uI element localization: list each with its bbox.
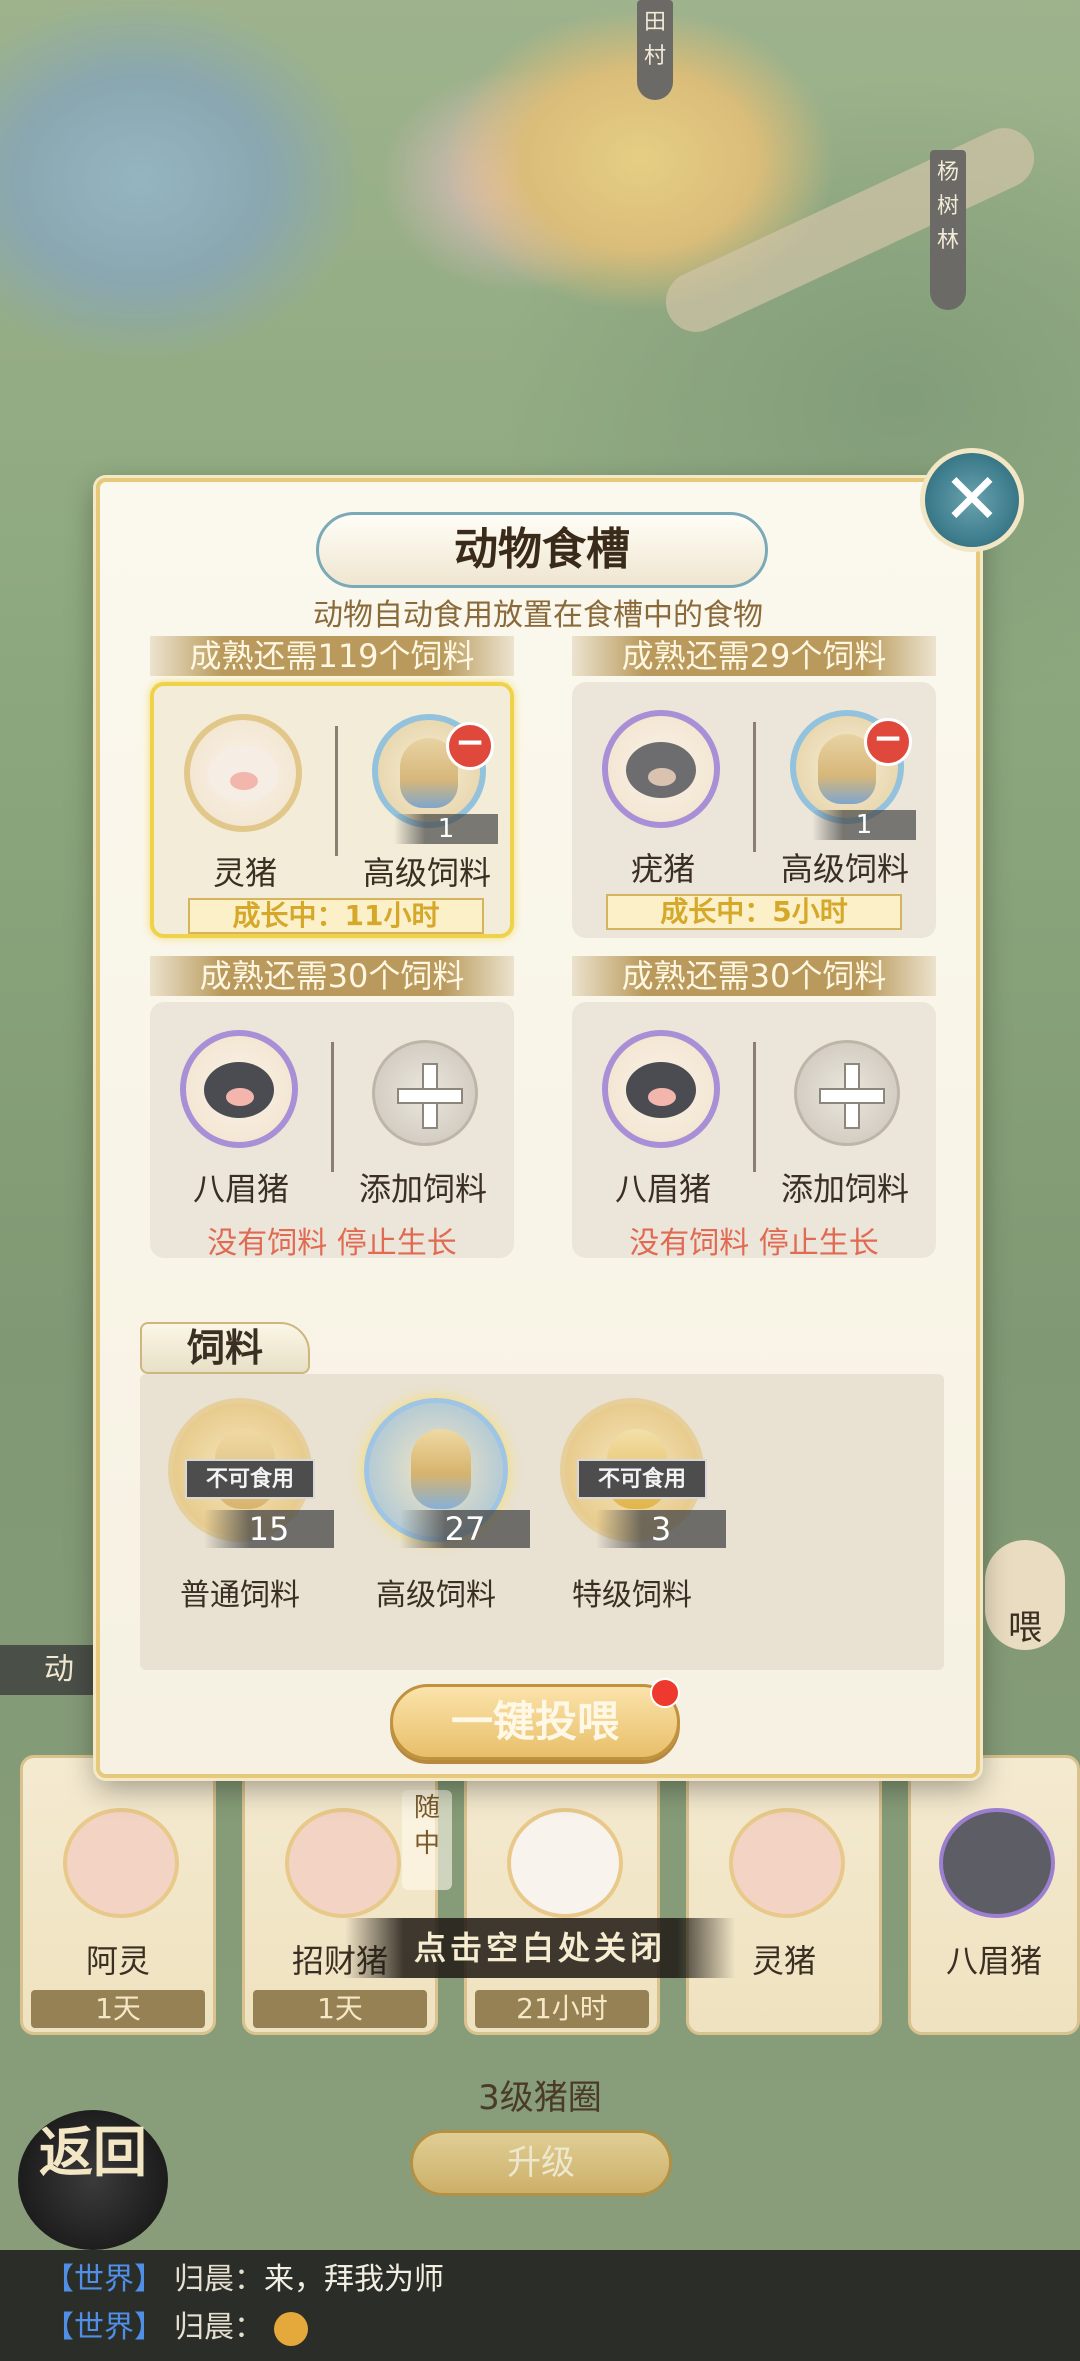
pen-card[interactable]: 灵猪 [686,1755,882,2035]
dialog-title: 动物食槽 [316,512,768,588]
feed-count: 1 [394,814,498,844]
feed-item[interactable]: 27 高级饲料 [336,1398,536,1628]
chat-channel: 【世界】 [44,2310,164,2345]
growth-status: 成长中：11小时 [188,898,484,934]
feed-quantity: 27 [400,1510,530,1548]
divider [753,1042,756,1172]
pen-animal-name: 八眉猪 [945,1942,1042,1980]
remove-icon[interactable]: − [446,722,494,770]
chat-user: 归晨： [174,2262,264,2297]
slot-card[interactable]: − 1 灵猪 高级饲料 成长中：11小时 [150,682,514,938]
feed-quantity: 3 [596,1510,726,1548]
feed-name: 高级饲料 [780,850,909,888]
inedible-badge: 不可食用 [577,1459,707,1499]
pig-snout [226,1088,254,1106]
chat-channel: 【世界】 [44,2262,164,2297]
animal-trough-dialog: 动物食槽 动物自动食用放置在食槽中的食物 ✕ 成熟还需119个饲料 − 1 灵猪… [96,448,1024,1778]
chat-user: 归晨： [174,2310,264,2345]
growth-status: 成长中：5小时 [606,894,902,930]
pig-avatar [285,1808,401,1918]
pig-avatar [729,1808,845,1918]
feed-item-name: 高级饲料 [376,1578,496,1613]
pen-card[interactable]: 八眉猪 [908,1755,1080,2035]
follow-tag: 随中 [402,1790,452,1890]
trough-slot: 成熟还需119个饲料 − 1 灵猪 高级饲料 成长中：11小时 [150,636,514,938]
feed-item[interactable]: 不可食用 3 特级饲料 [532,1398,732,1628]
inedible-badge: 不可食用 [185,1459,315,1499]
world-chat[interactable]: 【世界】 归晨：来，拜我为师 【世界】 归晨： [0,2250,1080,2361]
boar-icon[interactable] [602,710,720,828]
close-hint: 点击空白处关闭 [345,1918,735,1978]
slot-card[interactable]: 八眉猪 添加饲料 没有饲料 停止生长 [150,1002,514,1261]
side-label[interactable]: 动 [0,1645,96,1695]
pig-icon[interactable] [180,1030,298,1148]
feed-inventory: 不可食用 15 普通饲料 27 高级饲料 不可食用 3 特级饲料 [140,1374,944,1670]
add-icon[interactable] [372,1040,478,1146]
slot-requirement: 成熟还需30个饲料 [150,956,514,996]
divider [753,722,756,852]
notification-dot [650,1678,680,1708]
pig-icon[interactable] [602,1030,720,1148]
feed-item-name: 普通饲料 [180,1578,300,1613]
trough-slot: 成熟还需30个饲料 八眉猪 添加饲料 没有饲料 停止生长 [572,956,936,1261]
chat-line: 【世界】 归晨： [44,2304,1080,2352]
pen-card[interactable]: 阿灵 1天 [20,1755,216,2035]
chat-line: 【世界】 归晨：来，拜我为师 [44,2256,1080,2304]
pen-animal-time: 1天 [31,1990,205,2028]
pig-snout [230,772,258,790]
slot-requirement: 成熟还需30个饲料 [572,956,936,996]
slot-requirement: 成熟还需119个饲料 [150,636,514,676]
emoji-icon [273,2311,308,2346]
pen-animal-time: 21小时 [475,1990,649,2028]
animal-name: 八眉猪 [614,1170,711,1208]
animal-name: 八眉猪 [192,1170,289,1208]
feed-item-name: 特级饲料 [572,1578,692,1613]
pig-avatar [507,1808,623,1918]
one-key-feed-button[interactable]: 一键投喂 [390,1684,680,1760]
divider [331,1042,334,1172]
chat-message: 来，拜我为师 [264,2262,444,2297]
slot-card[interactable]: − 1 疣猪 高级饲料 成长中：5小时 [572,682,936,938]
pen-animal-time: 1天 [253,1990,427,2028]
no-feed-warning: 没有饲料 停止生长 [629,1226,879,1261]
pig-snout [648,768,676,786]
animal-name: 疣猪 [630,850,695,888]
pig-avatar [939,1808,1055,1918]
pen-level: 3级猪圈 [478,2078,602,2118]
feed-quantity: 15 [204,1510,334,1548]
pig-icon[interactable] [184,714,302,832]
remove-icon[interactable]: − [864,718,912,766]
upgrade-button[interactable]: 升级 [410,2130,672,2196]
sack [411,1429,471,1509]
animal-name: 灵猪 [212,854,277,892]
close-icon[interactable]: ✕ [920,448,1024,552]
slot-card[interactable]: 八眉猪 添加饲料 没有饲料 停止生长 [572,1002,936,1261]
slot-requirement: 成熟还需29个饲料 [572,636,936,676]
trough-slot: 成熟还需29个饲料 − 1 疣猪 高级饲料 成长中：5小时 [572,636,936,938]
no-feed-warning: 没有饲料 停止生长 [207,1226,457,1261]
add-feed-label: 添加饲料 [358,1170,487,1208]
feed-item[interactable]: 不可食用 15 普通饲料 [140,1398,340,1628]
pig-avatar [63,1808,179,1918]
pig-snout [648,1088,676,1106]
feed-section-tab: 饲料 [140,1322,310,1374]
pen-animal-name: 阿灵 [85,1942,150,1980]
pen-animal-list: 阿灵 1天 招财猪 1天 21小时 灵猪 八眉猪 [20,1755,1080,2035]
add-feed-label: 添加饲料 [780,1170,909,1208]
divider [335,726,338,856]
add-icon[interactable] [794,1040,900,1146]
feed-count: 1 [812,810,916,840]
feed-shortcut-button[interactable]: 喂 [985,1540,1065,1650]
pen-card[interactable]: 21小时 [464,1755,660,2035]
dialog-subtitle: 动物自动食用放置在食槽中的食物 [313,598,763,633]
trough-slot: 成熟还需30个饲料 八眉猪 添加饲料 没有饲料 停止生长 [150,956,514,1261]
back-button[interactable]: 返回 [18,2110,168,2250]
feed-name: 高级饲料 [362,854,491,892]
